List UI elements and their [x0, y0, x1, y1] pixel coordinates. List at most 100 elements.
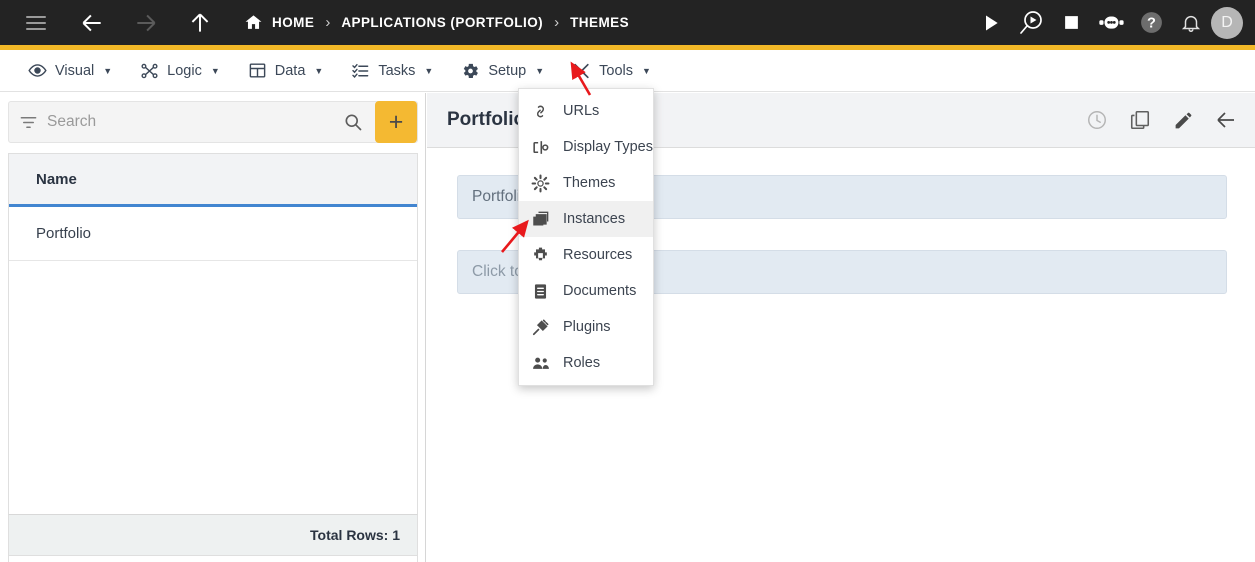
menu-item-resources-label: Resources	[563, 247, 633, 263]
pencil-icon	[1175, 112, 1191, 128]
search-icon[interactable]	[333, 112, 373, 132]
menu-item-resources[interactable]: Resources	[519, 237, 653, 273]
menu-setup-label: Setup	[488, 62, 527, 79]
breadcrumb-home[interactable]: HOME	[244, 13, 314, 32]
menu-logic-label: Logic	[167, 62, 202, 79]
link-icon	[530, 101, 551, 122]
gear-icon	[461, 61, 480, 80]
main-menu-bar: Visual ▼ Logic ▼ Data ▼ Tasks ▼ Setup ▼ …	[0, 50, 1255, 134]
user-avatar[interactable]: D	[1211, 6, 1243, 39]
menu-item-themes-label: Themes	[563, 175, 616, 191]
breadcrumb-separator-1: ›	[325, 14, 331, 31]
menu-item-instances[interactable]: Instances	[519, 201, 653, 237]
close-detail-button[interactable]	[1211, 105, 1241, 135]
menu-item-instances-label: Instances	[563, 211, 626, 227]
run-button[interactable]	[971, 0, 1011, 45]
menu-visual-label: Visual	[55, 62, 95, 79]
menu-item-urls-label: URLs	[563, 103, 600, 119]
records-grid: Name Portfolio	[8, 153, 418, 562]
stop-button[interactable]	[1051, 0, 1091, 45]
menu-data[interactable]: Data ▼	[234, 50, 338, 92]
duplicate-button[interactable]	[1125, 105, 1155, 135]
arrow-up-icon	[191, 13, 209, 32]
chevron-down-icon: ▼	[314, 65, 324, 76]
grid-header-row: Name	[9, 154, 417, 207]
history-button[interactable]	[1082, 105, 1112, 135]
add-record-label: +	[388, 107, 404, 136]
resources-puzzle-icon	[530, 245, 551, 266]
breadcrumb-applications[interactable]: APPLICATIONS (PORTFOLIO)	[341, 15, 543, 30]
menu-tasks-label: Tasks	[378, 62, 416, 79]
detail-panel-actions	[1082, 105, 1241, 135]
stop-square-icon	[1064, 16, 1078, 29]
home-icon	[245, 15, 262, 29]
help-button[interactable]: ?	[1131, 0, 1171, 45]
edit-button[interactable]	[1168, 105, 1198, 135]
display-type-icon	[530, 137, 551, 158]
menu-item-roles[interactable]: Roles	[519, 345, 653, 381]
chevron-down-icon: ▼	[210, 65, 220, 76]
menu-logic[interactable]: Logic ▼	[126, 50, 234, 92]
nodes-icon	[140, 61, 159, 80]
arrow-left-icon	[82, 14, 101, 31]
back-button[interactable]	[72, 0, 112, 45]
menu-item-plugins[interactable]: Plugins	[519, 309, 653, 345]
table-row[interactable]: Portfolio	[9, 207, 417, 261]
robot-icon	[1099, 15, 1124, 29]
search-input[interactable]	[47, 113, 333, 131]
top-navigation-bar: HOME › APPLICATIONS (PORTFOLIO) › THEMES	[0, 0, 1255, 45]
setup-dropdown-menu: URLs Display Types Themes Instances Reso…	[518, 88, 654, 386]
breadcrumb-home-label: HOME	[272, 15, 315, 30]
document-icon	[530, 281, 551, 302]
menu-visual[interactable]: Visual ▼	[14, 50, 126, 92]
play-icon	[986, 15, 998, 30]
menu-tools[interactable]: Tools ▼	[558, 50, 665, 92]
menu-item-themes[interactable]: Themes	[519, 165, 653, 201]
menu-item-display-types-label: Display Types	[563, 139, 653, 155]
filter-icon[interactable]	[9, 113, 47, 132]
grid-footer-total: Total Rows: 1	[8, 514, 418, 556]
menu-item-plugins-label: Plugins	[563, 319, 611, 335]
chevron-down-icon: ▼	[642, 65, 651, 76]
chevron-down-icon: ▼	[535, 65, 545, 76]
left-list-panel: + Name Portfolio Total Rows: 1	[0, 93, 426, 562]
theme-burst-icon	[530, 173, 551, 194]
menu-item-display-types[interactable]: Display Types	[519, 129, 653, 165]
grid-cell-name: Portfolio	[36, 225, 92, 242]
bell-icon	[1181, 15, 1201, 32]
menu-tasks[interactable]: Tasks ▼	[337, 50, 447, 92]
breadcrumb-separator-2: ›	[554, 14, 560, 31]
menu-item-documents-label: Documents	[563, 283, 637, 299]
grid-column-name: Name	[36, 170, 77, 188]
avatar-initial: D	[1221, 13, 1233, 31]
page-title: Portfolio	[447, 109, 526, 130]
app-root: HOME › APPLICATIONS (PORTFOLIO) › THEMES	[0, 0, 1255, 562]
tools-icon	[572, 61, 591, 80]
menu-tools-label: Tools	[599, 62, 633, 79]
menu-item-urls[interactable]: URLs	[519, 93, 653, 129]
breadcrumb-themes[interactable]: THEMES	[570, 15, 629, 30]
debug-button[interactable]	[1011, 0, 1051, 45]
hamburger-menu-button[interactable]	[16, 0, 56, 45]
chevron-down-icon: ▼	[103, 65, 113, 76]
chevron-down-icon: ▼	[424, 65, 434, 76]
total-rows-label: Total Rows: 1	[310, 527, 400, 543]
question-circle-icon: ?	[1140, 12, 1162, 33]
table-icon	[248, 61, 267, 80]
add-record-button[interactable]: +	[375, 101, 417, 143]
arrow-right-icon	[137, 14, 156, 31]
up-button[interactable]	[180, 0, 220, 45]
users-icon	[530, 353, 551, 374]
eye-icon	[28, 61, 47, 80]
debug-magnifier-icon	[1020, 10, 1042, 34]
chatbot-button[interactable]	[1091, 0, 1131, 45]
menu-setup[interactable]: Setup ▼	[447, 50, 558, 92]
forward-button[interactable]	[126, 0, 166, 45]
menu-data-label: Data	[274, 62, 306, 79]
menu-item-roles-label: Roles	[563, 355, 601, 371]
checklist-icon	[351, 61, 370, 80]
instances-stack-icon	[530, 209, 551, 230]
menu-item-documents[interactable]: Documents	[519, 273, 653, 309]
notifications-button[interactable]	[1171, 0, 1211, 45]
search-bar: +	[8, 101, 418, 143]
